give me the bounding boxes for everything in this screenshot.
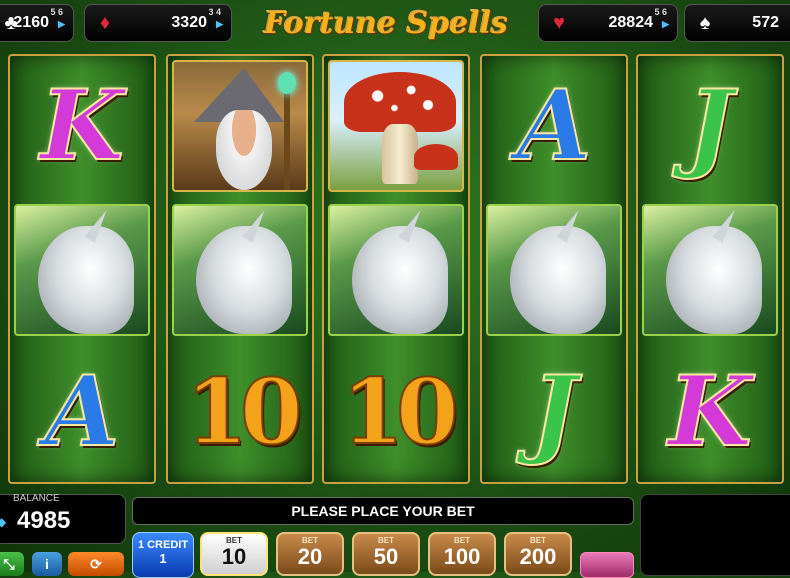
reel-1: KA — [8, 54, 156, 484]
symbol-mushroom — [324, 56, 468, 196]
bet-button-50[interactable]: BET 50 — [352, 532, 420, 576]
arrow-icon: ▶ — [58, 19, 65, 29]
autoplay-button[interactable]: ⟳ — [68, 552, 124, 576]
bet-button-200[interactable]: BET 200 — [504, 532, 572, 576]
credit-value: 1 — [159, 551, 167, 566]
jackpot-spades: ♠ 572 — [684, 4, 790, 42]
jackpot-hearts: ♥ 28824 ▶ 5 6 — [538, 4, 678, 42]
balance-value: 4985 — [17, 507, 71, 534]
gem-icon: ◆ — [0, 515, 7, 529]
credit-label: 1 CREDIT — [137, 539, 189, 551]
unicorn-icon — [486, 204, 622, 336]
symbol-ten: 10 — [324, 342, 468, 482]
symbol-unicorn — [482, 200, 626, 340]
last-win-panel — [640, 494, 790, 576]
balance-panel: BALANCE ◆ 4985 — [0, 493, 126, 544]
reel-5: JK — [636, 54, 784, 484]
unicorn-icon — [642, 204, 778, 336]
bet-value: 10 — [221, 544, 247, 569]
jackpot-hearts-value: 28824 — [608, 14, 654, 31]
reel-3: 10 — [322, 54, 470, 484]
diamond-icon: ♦ — [99, 12, 111, 34]
symbol-unicorn — [638, 200, 782, 340]
autoplay-icon: ⟳ — [90, 556, 102, 572]
info-icon: i — [45, 556, 49, 572]
credit-button[interactable]: 1 CREDIT 1 — [132, 532, 194, 578]
symbol-k: K — [10, 56, 154, 196]
symbol-number: 10 — [340, 358, 459, 466]
bet-value: 50 — [373, 544, 399, 569]
symbol-unicorn — [168, 200, 312, 340]
jackpot-clubs: ♣ 2160 ▶ 5 6 — [0, 4, 74, 42]
status-message: PLEASE PLACE YOUR BET — [132, 497, 634, 525]
wizard-icon — [172, 60, 308, 192]
reel-4: AJ — [480, 54, 628, 484]
bet-button-100[interactable]: BET 100 — [428, 532, 496, 576]
arrow-icon: ▶ — [662, 19, 669, 29]
unicorn-icon — [328, 204, 464, 336]
jackpot-clubs-digits: 5 6 — [50, 7, 63, 17]
jackpot-diamonds-digits: 3 4 — [208, 7, 221, 17]
symbol-a: A — [482, 56, 626, 196]
reel-2: 10 — [166, 54, 314, 484]
jackpot-diamonds-value: 3320 — [171, 14, 207, 31]
bet-value: 200 — [519, 544, 557, 569]
unicorn-icon — [14, 204, 150, 336]
heart-icon: ♥ — [553, 12, 565, 34]
expand-icon: ⤡ — [3, 556, 15, 572]
symbol-k: K — [638, 342, 782, 482]
arrow-icon: ▶ — [216, 19, 223, 29]
symbol-letter: K — [39, 69, 124, 182]
symbol-a: A — [10, 342, 154, 482]
symbol-ten: 10 — [168, 342, 312, 482]
symbol-unicorn — [324, 200, 468, 340]
jackpot-hearts-digits: 5 6 — [654, 7, 667, 17]
paytable-button[interactable] — [580, 552, 634, 578]
jackpot-diamonds: ♦ 3320 ▶ 3 4 — [84, 4, 232, 42]
symbol-letter: K — [667, 355, 752, 468]
symbol-j: J — [482, 342, 626, 482]
symbol-letter: J — [686, 69, 733, 182]
balance-label: BALANCE — [13, 493, 60, 504]
symbol-number: 10 — [184, 358, 303, 466]
mushroom-icon — [328, 60, 464, 192]
bet-value: 20 — [297, 544, 323, 569]
bet-button-10[interactable]: BET 10 — [200, 532, 268, 576]
symbol-letter: A — [516, 69, 592, 182]
symbol-j: J — [638, 56, 782, 196]
unicorn-icon — [172, 204, 308, 336]
bet-button-20[interactable]: BET 20 — [276, 532, 344, 576]
symbol-letter: A — [44, 355, 120, 468]
symbol-wizard — [168, 56, 312, 196]
symbol-unicorn — [10, 200, 154, 340]
club-icon: ♣ — [4, 12, 18, 34]
info-button[interactable]: i — [32, 552, 62, 576]
bet-value: 100 — [443, 544, 481, 569]
game-title: Fortune Spells — [264, 6, 508, 41]
jackpot-spades-value: 572 — [752, 14, 779, 31]
sound-button[interactable]: ⤡ — [0, 552, 24, 576]
symbol-letter: J — [530, 355, 577, 468]
spade-icon: ♠ — [699, 12, 711, 34]
